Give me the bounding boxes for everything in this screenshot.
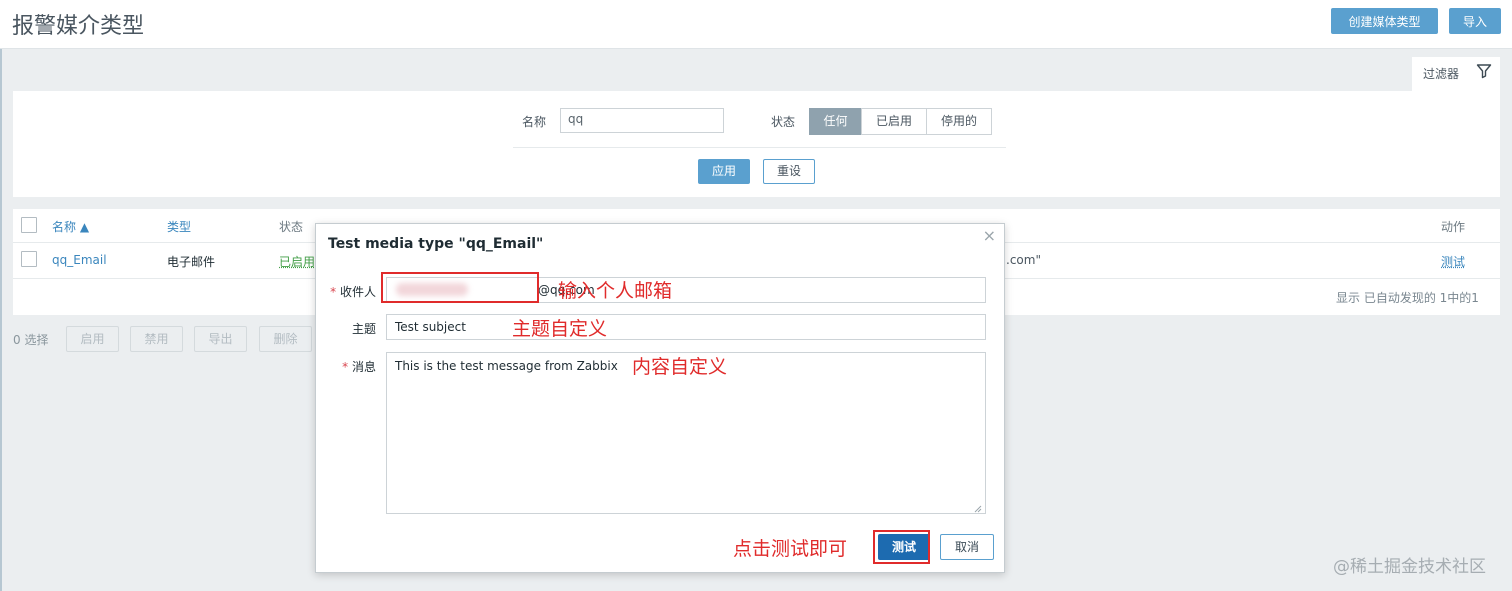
annotation-message: 内容自定义 xyxy=(632,356,728,378)
page-header: 报警媒介类型 创建媒体类型 导入 xyxy=(0,0,1512,49)
required-marker: * xyxy=(330,285,337,299)
required-marker: * xyxy=(342,360,349,374)
table-footer-count: 显示 已自动发现的 1中的1 xyxy=(1336,291,1479,305)
selected-count: 0 选择 xyxy=(13,333,49,347)
subject-input[interactable]: Test subject xyxy=(386,314,986,340)
status-any-option[interactable]: 任何 xyxy=(809,108,862,135)
enable-button[interactable]: 启用 xyxy=(66,326,119,352)
reset-button[interactable]: 重设 xyxy=(763,159,815,184)
create-media-type-button[interactable]: 创建媒体类型 xyxy=(1331,8,1438,34)
column-header-status[interactable]: 状态 xyxy=(279,218,303,235)
message-label-text: 消息 xyxy=(351,360,376,374)
filter-name-input[interactable]: qq xyxy=(560,108,724,133)
subject-label: 主题 xyxy=(351,322,376,336)
row-test-link[interactable]: 测试 xyxy=(1441,253,1465,270)
column-header-type[interactable]: 类型 xyxy=(167,218,191,235)
apply-button[interactable]: 应用 xyxy=(698,159,750,184)
row-checkbox[interactable] xyxy=(21,251,37,267)
column-header-action: 动作 xyxy=(1441,220,1466,234)
export-button[interactable]: 导出 xyxy=(194,326,247,352)
row-name-link[interactable]: qq_Email xyxy=(52,253,107,267)
filter-panel xyxy=(13,91,1500,197)
filter-tab-label: 过滤器 xyxy=(1423,67,1460,81)
recipient-label-text: 收件人 xyxy=(339,285,376,299)
column-header-name[interactable]: 名称 ▲ xyxy=(52,218,89,235)
select-all-checkbox[interactable] xyxy=(21,217,37,233)
annotation-box-recipient xyxy=(381,272,539,303)
cancel-button[interactable]: 取消 xyxy=(940,534,994,560)
page-title: 报警媒介类型 xyxy=(12,14,145,39)
annotation-recipient: 输入个人邮箱 xyxy=(558,280,673,302)
delete-button[interactable]: 删除 xyxy=(259,326,312,352)
annotation-subject: 主题自定义 xyxy=(512,318,608,340)
filter-icon xyxy=(1476,63,1492,83)
filter-status-label: 状态 xyxy=(771,115,796,129)
status-disabled-option[interactable]: 停用的 xyxy=(926,108,992,135)
dialog-title: Test media type "qq_Email" xyxy=(328,236,544,252)
filter-tab[interactable]: 过滤器 xyxy=(1412,57,1500,91)
watermark: @稀土掘金技术社区 xyxy=(1333,557,1486,577)
row-details: .com" xyxy=(1006,253,1041,267)
row-status-link[interactable]: 已启用 xyxy=(279,253,315,270)
left-edge xyxy=(0,0,2,591)
disable-button[interactable]: 禁用 xyxy=(130,326,183,352)
recipient-label: * 收件人 xyxy=(326,283,376,300)
resize-handle-icon[interactable] xyxy=(974,502,982,513)
filter-divider xyxy=(513,147,1006,148)
message-text: This is the test message from Zabbix xyxy=(395,359,618,373)
status-enabled-option[interactable]: 已启用 xyxy=(861,108,927,135)
row-type: 电子邮件 xyxy=(167,255,216,269)
import-button[interactable]: 导入 xyxy=(1449,8,1501,34)
close-icon[interactable]: × xyxy=(983,226,996,245)
message-label: * 消息 xyxy=(326,358,376,375)
filter-name-label: 名称 xyxy=(522,115,547,129)
annotation-box-test xyxy=(873,530,930,564)
annotation-test: 点击测试即可 xyxy=(733,538,848,560)
